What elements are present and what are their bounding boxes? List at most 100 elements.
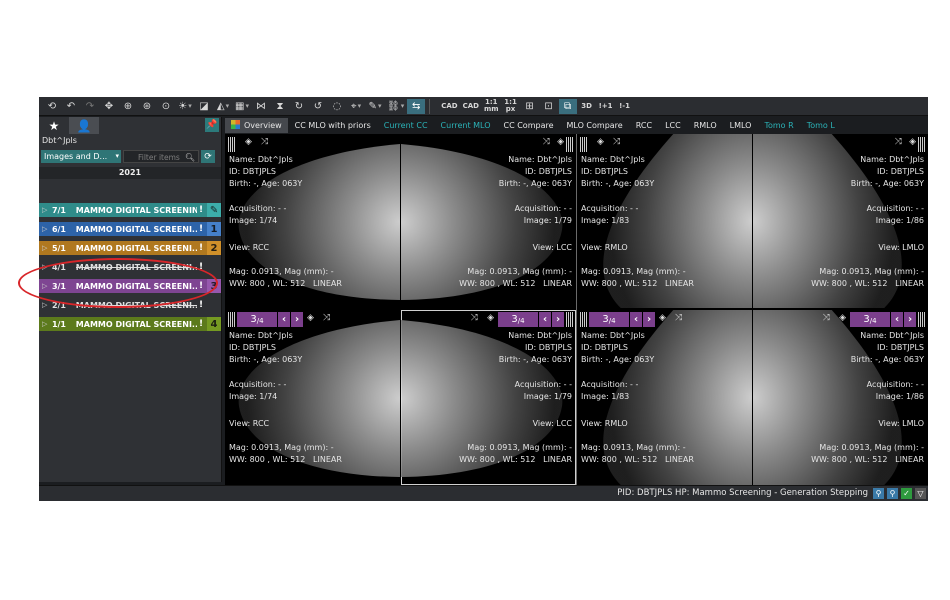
3d-view-icon[interactable]: ⤨ — [261, 137, 268, 147]
prior-minus-icon[interactable]: ! -1 — [616, 99, 634, 114]
viewport-lcc[interactable]: Name: Dbt^Jpls ID: DBTJPLS Birth: -, Age… — [401, 134, 576, 308]
cursor-icon[interactable]: ⌖ — [347, 99, 365, 114]
zoom-roi-icon[interactable]: ⊙ — [157, 99, 175, 114]
filter-status-icon[interactable]: ▽ — [915, 488, 926, 499]
layers-icon[interactable]: ◈ — [909, 137, 916, 147]
expand-arrow-icon[interactable]: ▷ — [42, 320, 52, 328]
3d-view-icon[interactable]: ⤨ — [675, 313, 682, 323]
tab-cc-mlo-with-priors[interactable]: CC MLO with priors — [289, 118, 377, 133]
layers-icon[interactable]: ◈ — [307, 313, 314, 323]
rotate-icon[interactable]: ↻ — [290, 99, 308, 114]
layers-icon[interactable]: ◈ — [839, 313, 846, 323]
tab-overview[interactable]: Overview — [225, 118, 288, 133]
3d-view-icon[interactable]: ⤨ — [471, 313, 478, 323]
cad-icon[interactable]: CAD — [439, 99, 459, 114]
drag-handle[interactable] — [566, 312, 573, 327]
favorites-tab[interactable]: ★ — [39, 117, 69, 134]
invert-icon[interactable]: ◪ — [195, 99, 213, 114]
annotate-icon[interactable]: ✎ — [366, 99, 384, 114]
person-alt-status-icon[interactable]: ⚲ — [887, 488, 898, 499]
expand-arrow-icon[interactable]: ▷ — [42, 244, 52, 252]
grid-icon[interactable]: ⊡ — [540, 99, 558, 114]
viewport-rcc[interactable]: Name: Dbt^Jpls ID: DBTJPLS Birth: -, Age… — [225, 134, 400, 308]
drag-handle[interactable] — [918, 137, 925, 152]
viewport-rcc[interactable]: Name: Dbt^Jpls ID: DBTJPLS Birth: -, Age… — [225, 310, 400, 485]
mpr-icon[interactable]: ⧉ — [558, 98, 577, 114]
scale-mm-icon[interactable]: 1:1 mm — [482, 99, 501, 114]
prev-slice-button[interactable]: ‹ — [891, 312, 903, 327]
drag-handle[interactable] — [566, 137, 573, 152]
contrast-icon[interactable]: ◭ — [214, 99, 232, 114]
tab-lcc[interactable]: LCC — [659, 118, 687, 133]
viewport-lmlo[interactable]: Name: Dbt^Jpls ID: DBTJPLS Birth: -, Age… — [753, 310, 928, 485]
sync-icon[interactable]: ⇆ — [407, 98, 426, 114]
expand-arrow-icon[interactable]: ▷ — [42, 225, 52, 233]
undo-all-icon[interactable]: ⟲ — [43, 99, 61, 114]
drag-handle[interactable] — [228, 312, 235, 327]
drag-handle[interactable] — [580, 137, 587, 152]
tab-cc-compare[interactable]: CC Compare — [498, 118, 560, 133]
tab-mlo-compare[interactable]: MLO Compare — [561, 118, 629, 133]
cad-toggle-icon[interactable]: CAD — [461, 99, 481, 114]
shield-check-icon[interactable]: ✓ — [901, 488, 912, 499]
drag-handle[interactable] — [580, 312, 587, 327]
prev-slice-button[interactable]: ‹ — [278, 312, 290, 327]
refresh-button[interactable]: ⟳ — [201, 150, 215, 163]
pin-icon[interactable]: 📌 — [205, 118, 219, 132]
study-row[interactable]: ▷ 7/1 MAMMO DIGITAL SCREENIN...! ✎ — [39, 203, 221, 217]
tab-lmlo[interactable]: LMLO — [724, 118, 758, 133]
redo-icon[interactable]: ↷ — [81, 99, 99, 114]
next-slice-button[interactable]: › — [552, 312, 564, 327]
prior-plus-icon[interactable]: ! +1 — [597, 99, 615, 114]
reset-icon[interactable]: ↺ — [309, 99, 327, 114]
3d-view-icon[interactable]: ⤨ — [323, 313, 330, 323]
next-slice-button[interactable]: › — [291, 312, 303, 327]
person-status-icon[interactable]: ⚲ — [873, 488, 884, 499]
window-level-icon[interactable]: ☀ — [176, 99, 194, 114]
viewport-rmlo[interactable]: Name: Dbt^Jpls ID: DBTJPLS Birth: -, Age… — [577, 310, 752, 485]
expand-arrow-icon[interactable]: ▷ — [42, 206, 52, 214]
patient-tab[interactable]: 👤 — [69, 117, 99, 134]
flip-vertical-icon[interactable]: ⧗ — [271, 99, 289, 114]
layers-icon[interactable]: ◈ — [597, 137, 604, 147]
3d-view-icon[interactable]: ⤨ — [823, 313, 830, 323]
drag-handle[interactable] — [228, 137, 235, 152]
viewport-lmlo[interactable]: Name: Dbt^Jpls ID: DBTJPLS Birth: -, Age… — [753, 134, 928, 308]
drag-handle[interactable] — [918, 312, 925, 327]
viewport-rmlo[interactable]: Name: Dbt^Jpls ID: DBTJPLS Birth: -, Age… — [577, 134, 752, 308]
3d-icon[interactable]: 3D — [578, 99, 596, 114]
filter-input[interactable]: Filter items 🔍︎ — [123, 150, 199, 163]
study-row[interactable]: ▷ 1/1 MAMMO DIGITAL SCREENI...! 4 — [39, 317, 221, 331]
tab-tomo-l[interactable]: Tomo L — [801, 118, 841, 133]
tab-rmlo[interactable]: RMLO — [688, 118, 723, 133]
layers-icon[interactable]: ◈ — [659, 313, 666, 323]
next-slice-button[interactable]: › — [904, 312, 916, 327]
tab-tomo-r[interactable]: Tomo R — [758, 118, 799, 133]
viewport-lcc[interactable]: Name: Dbt^Jpls ID: DBTJPLS Birth: -, Age… — [401, 310, 576, 485]
expand-arrow-icon[interactable]: ▷ — [42, 301, 52, 309]
filter-dropdown[interactable]: Images and D... — [41, 150, 121, 163]
pan-icon[interactable]: ✥ — [100, 99, 118, 114]
zoom-fit-icon[interactable]: ⊛ — [138, 99, 156, 114]
3d-view-icon[interactable]: ⤨ — [613, 137, 620, 147]
study-row[interactable]: ▷ 5/1 MAMMO DIGITAL SCREENI...! 2 — [39, 241, 221, 255]
3d-view-icon[interactable]: ⤨ — [895, 137, 902, 147]
crosshair-icon[interactable]: ⊞ — [521, 99, 539, 114]
layers-icon[interactable]: ◈ — [487, 313, 494, 323]
tab-rcc[interactable]: RCC — [630, 118, 658, 133]
scale-px-icon[interactable]: 1:1 px — [502, 99, 520, 114]
zoom-in-icon[interactable]: ⊕ — [119, 99, 137, 114]
next-slice-button[interactable]: › — [643, 312, 655, 327]
measure-icon[interactable]: ◌ — [328, 99, 346, 114]
prev-slice-button[interactable]: ‹ — [539, 312, 551, 327]
tab-current-mlo[interactable]: Current MLO — [435, 118, 497, 133]
layers-icon[interactable]: ◈ — [245, 137, 252, 147]
3d-view-icon[interactable]: ⤨ — [543, 137, 550, 147]
link-icon[interactable]: ⛓ — [385, 99, 406, 114]
layers-icon[interactable]: ◈ — [557, 137, 564, 147]
flip-horizontal-icon[interactable]: ⋈ — [252, 99, 270, 114]
layout-icon[interactable]: ▦ — [233, 99, 251, 114]
tab-current-cc[interactable]: Current CC — [378, 118, 434, 133]
study-row[interactable]: ▷ 6/1 MAMMO DIGITAL SCREENI...! 1 — [39, 222, 221, 236]
undo-icon[interactable]: ↶ — [62, 99, 80, 114]
